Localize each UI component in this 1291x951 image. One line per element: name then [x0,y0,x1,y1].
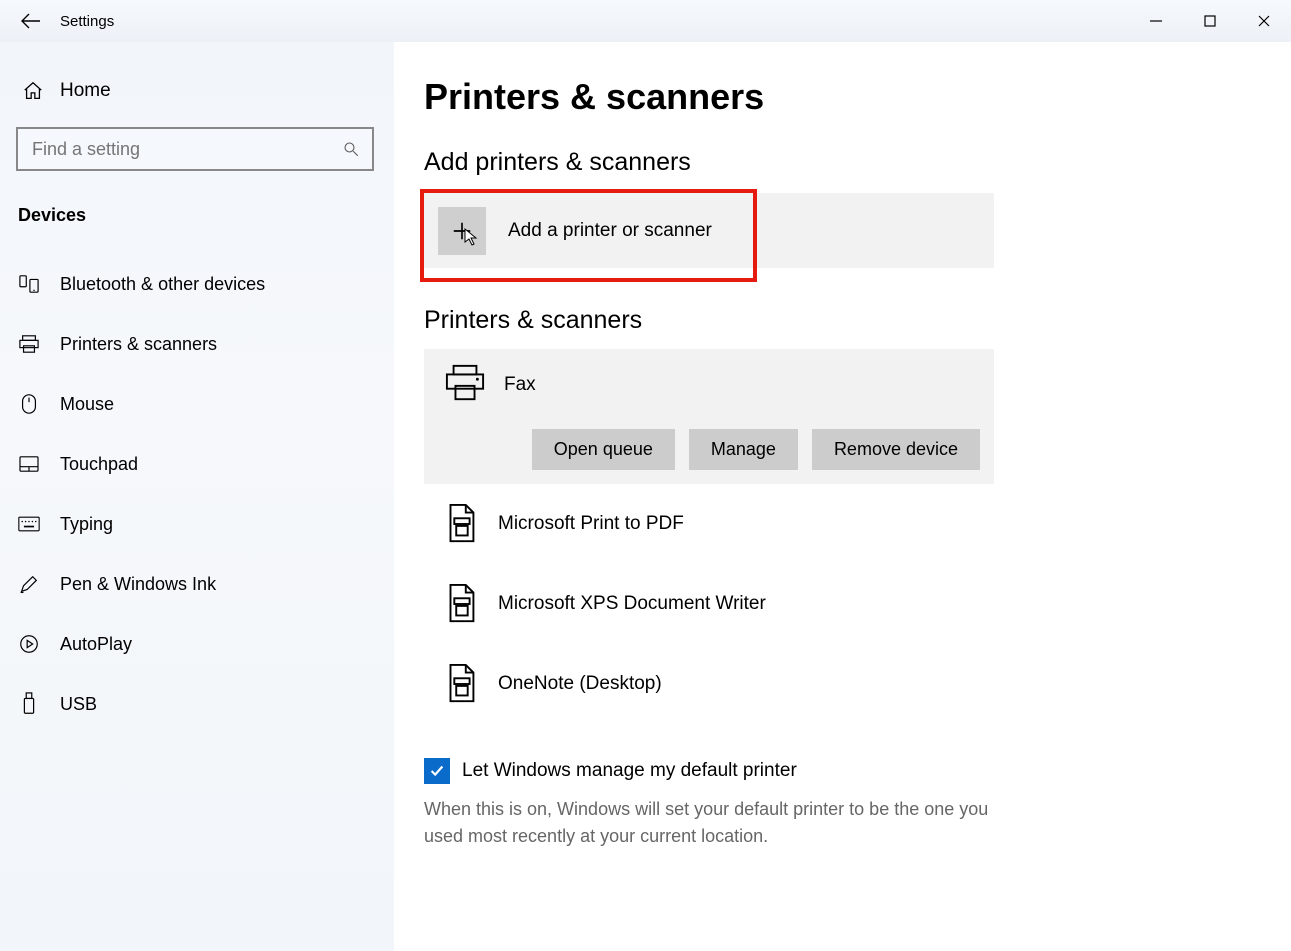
printer-name: Microsoft XPS Document Writer [498,593,766,615]
autoplay-icon [18,633,40,655]
sidebar-item-home[interactable]: Home [0,72,394,112]
check-icon [428,762,446,780]
back-button[interactable] [20,10,42,32]
minimize-button[interactable] [1129,0,1183,42]
sidebar-item-label: Pen & Windows Ink [60,574,216,595]
add-printer-button[interactable]: Add a printer or scanner [424,193,994,268]
printer-item[interactable]: Microsoft Print to PDF [424,484,1261,564]
plus-icon [438,207,486,255]
sidebar-item-pen[interactable]: Pen & Windows Ink [0,554,394,614]
sidebar-item-bluetooth[interactable]: Bluetooth & other devices [0,254,394,314]
titlebar: Settings [0,0,1291,42]
window-controls [1129,0,1291,42]
document-printer-icon [444,503,478,545]
search-icon [342,140,360,158]
sidebar-item-mouse[interactable]: Mouse [0,374,394,434]
sidebar-item-typing[interactable]: Typing [0,494,394,554]
keyboard-icon [18,516,40,532]
search-input[interactable] [30,138,342,161]
bluetooth-devices-icon [18,274,40,294]
sidebar-item-label: AutoPlay [60,634,132,655]
sidebar-item-label: Touchpad [60,454,138,475]
sidebar-item-label: USB [60,694,97,715]
sidebar-item-touchpad[interactable]: Touchpad [0,434,394,494]
printer-item[interactable]: OneNote (Desktop) [424,644,1261,724]
default-printer-checkbox[interactable] [424,758,450,784]
sidebar-item-label: Typing [60,514,113,535]
search-input-container[interactable] [16,127,374,171]
close-button[interactable] [1237,0,1291,42]
printer-name: OneNote (Desktop) [498,673,662,695]
maximize-button[interactable] [1183,0,1237,42]
sidebar-item-usb[interactable]: USB [0,674,394,734]
default-printer-label: Let Windows manage my default printer [462,760,797,782]
manage-button[interactable]: Manage [689,429,798,470]
home-icon [22,80,44,102]
sidebar-item-label: Mouse [60,394,114,415]
sidebar-item-printers[interactable]: Printers & scanners [0,314,394,374]
printer-icon [444,363,486,403]
printer-name: Fax [504,370,536,396]
add-section-title: Add printers & scanners [424,148,1261,177]
mouse-icon [18,393,40,415]
usb-icon [18,692,40,716]
printer-item-selected[interactable]: Fax Open queue Manage Remove device [424,349,994,484]
printer-item[interactable]: Microsoft XPS Document Writer [424,564,1261,644]
sidebar-item-autoplay[interactable]: AutoPlay [0,614,394,674]
document-printer-icon [444,583,478,625]
pen-icon [18,573,40,595]
home-label: Home [60,80,111,102]
window-title: Settings [60,13,114,30]
sidebar-item-label: Bluetooth & other devices [60,274,265,295]
main-content: Printers & scanners Add printers & scann… [394,42,1291,951]
open-queue-button[interactable]: Open queue [532,429,675,470]
touchpad-icon [18,455,40,473]
printer-icon [18,334,40,354]
page-title: Printers & scanners [424,76,1261,118]
default-printer-description: When this is on, Windows will set your d… [424,796,994,850]
printer-name: Microsoft Print to PDF [498,513,684,535]
sidebar-category: Devices [0,181,394,242]
document-printer-icon [444,663,478,705]
add-printer-label: Add a printer or scanner [508,220,712,242]
sidebar: Home Devices Bluetooth & other devices [0,42,394,951]
sidebar-item-label: Printers & scanners [60,334,217,355]
printers-list-title: Printers & scanners [424,306,1261,335]
remove-device-button[interactable]: Remove device [812,429,980,470]
